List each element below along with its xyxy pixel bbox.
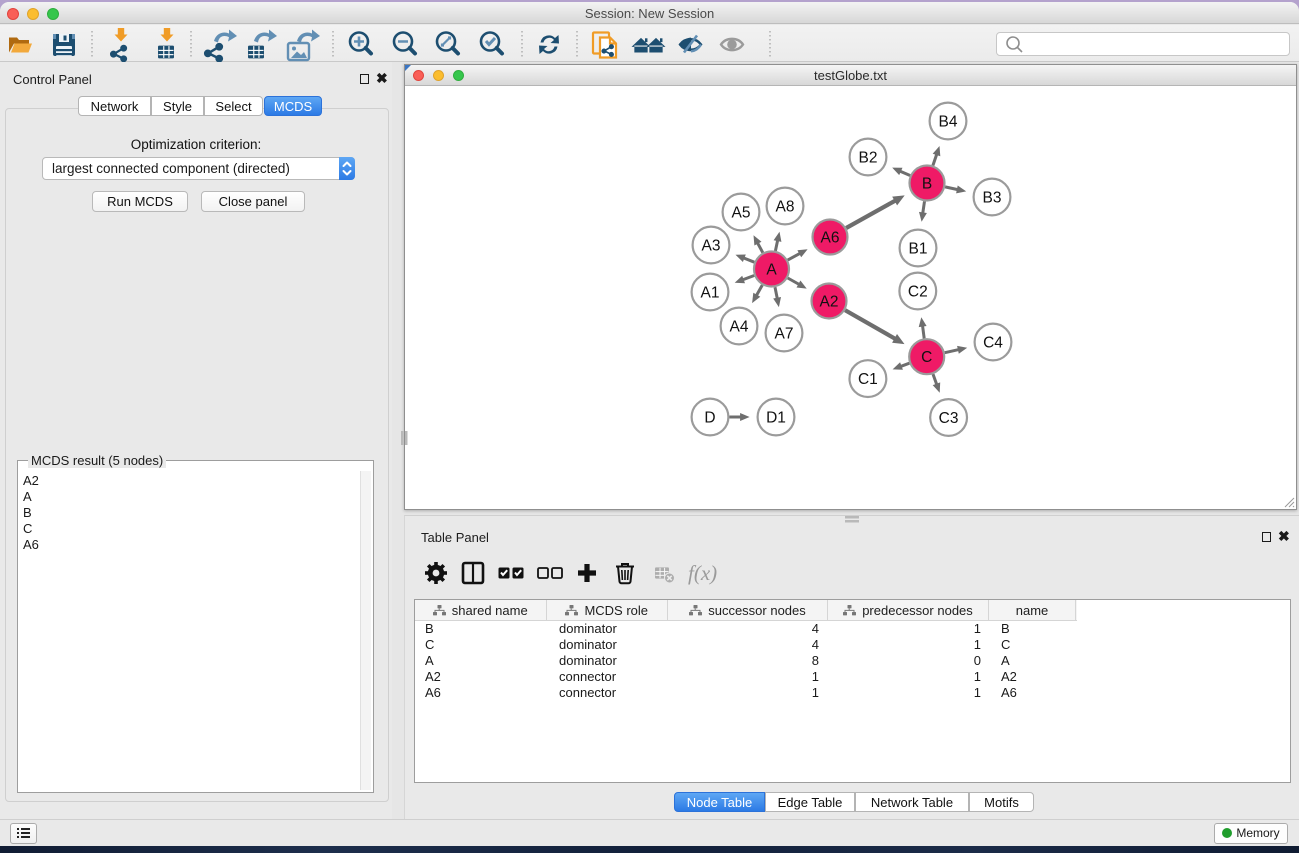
svg-text:C: C: [921, 349, 932, 366]
svg-text:C4: C4: [983, 335, 1003, 352]
svg-text:A3: A3: [702, 238, 721, 255]
svg-text:A: A: [766, 262, 777, 279]
svg-text:A4: A4: [730, 319, 749, 336]
svg-text:C3: C3: [939, 410, 959, 427]
svg-text:B: B: [922, 176, 932, 193]
svg-text:B3: B3: [983, 190, 1002, 207]
svg-text:B4: B4: [939, 114, 958, 131]
svg-text:A1: A1: [701, 285, 720, 302]
svg-text:A8: A8: [776, 199, 795, 216]
svg-text:A2: A2: [820, 294, 839, 311]
svg-text:D: D: [704, 410, 715, 427]
svg-text:C2: C2: [908, 284, 928, 301]
svg-text:f(x): f(x): [688, 561, 717, 585]
svg-text:A7: A7: [775, 326, 794, 343]
svg-text:A5: A5: [732, 205, 751, 222]
svg-text:B1: B1: [909, 241, 928, 258]
svg-text:A6: A6: [821, 230, 840, 247]
svg-text:C1: C1: [858, 371, 878, 388]
svg-text:B2: B2: [859, 150, 878, 167]
svg-text:D1: D1: [766, 410, 786, 427]
